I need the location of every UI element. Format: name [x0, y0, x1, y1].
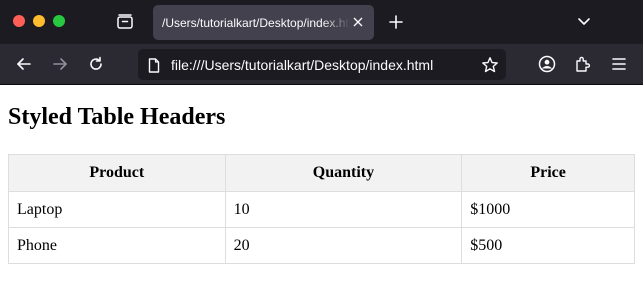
tab-title: /Users/tutorialkart/Desktop/index.html — [162, 15, 350, 30]
page-file-icon — [147, 57, 161, 73]
chevron-down-icon[interactable] — [574, 12, 594, 32]
cell-price: $1000 — [461, 191, 635, 228]
extensions-icon[interactable] — [573, 54, 593, 74]
cell-product: Laptop — [8, 191, 226, 228]
cell-price: $500 — [461, 227, 635, 264]
cell-quantity: 20 — [224, 227, 463, 264]
page-title: Styled Table Headers — [8, 104, 226, 130]
forward-arrow-icon[interactable] — [50, 54, 70, 74]
data-table: Product Quantity Price Laptop 10 $1000 P… — [8, 154, 635, 264]
minimize-window-button[interactable] — [33, 15, 45, 27]
bookmark-star-icon[interactable] — [480, 55, 500, 75]
new-tab-icon[interactable] — [386, 12, 406, 32]
back-arrow-icon[interactable] — [14, 54, 34, 74]
address-bar[interactable]: file:///Users/tutorialkart/Desktop/index… — [138, 49, 506, 80]
reload-icon[interactable] — [86, 54, 106, 74]
column-header-quantity: Quantity — [224, 154, 463, 192]
menu-icon[interactable] — [609, 54, 629, 74]
close-window-button[interactable] — [13, 15, 25, 27]
column-header-product: Product — [8, 154, 226, 192]
table-row: Phone 20 $500 — [8, 227, 635, 264]
column-header-price: Price — [461, 154, 635, 192]
cell-product: Phone — [8, 227, 226, 264]
zoom-window-button[interactable] — [53, 15, 65, 27]
navigation-toolbar: file:///Users/tutorialkart/Desktop/index… — [0, 44, 643, 85]
firefox-view-icon[interactable] — [115, 12, 135, 32]
account-icon[interactable] — [537, 54, 557, 74]
url-text[interactable]: file:///Users/tutorialkart/Desktop/index… — [171, 57, 433, 73]
tab-active[interactable]: /Users/tutorialkart/Desktop/index.html — [153, 5, 374, 40]
cell-quantity: 10 — [224, 191, 463, 228]
page-content: Styled Table Headers Product Quantity Pr… — [0, 86, 643, 298]
close-tab-icon[interactable] — [350, 14, 366, 30]
table-row: Laptop 10 $1000 — [8, 191, 635, 228]
tab-strip: /Users/tutorialkart/Desktop/index.html — [0, 0, 643, 44]
table-header-row: Product Quantity Price — [8, 154, 635, 192]
